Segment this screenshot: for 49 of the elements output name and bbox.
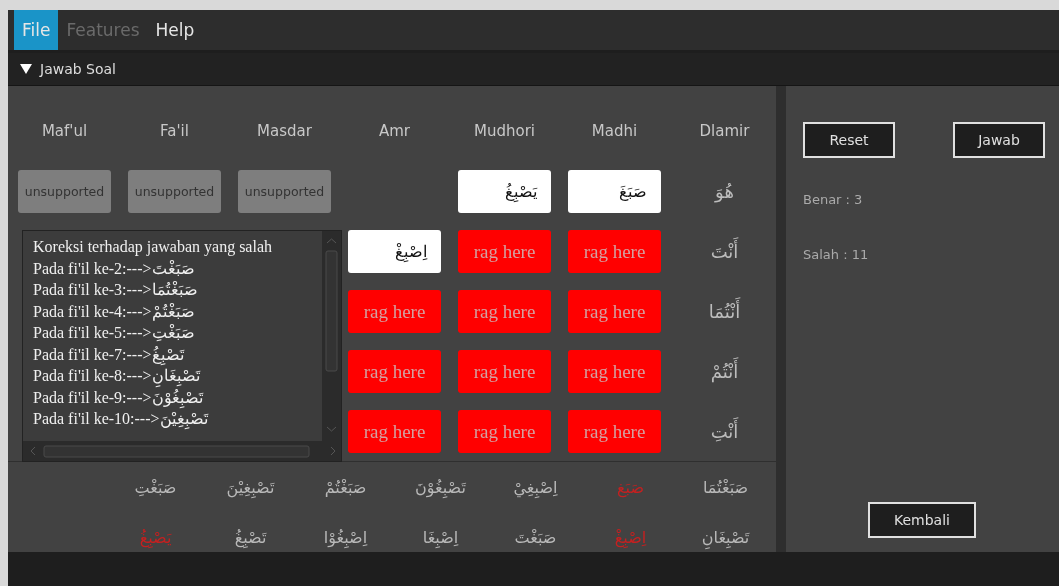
section-title: Jawab Soal [40,61,116,77]
correction-text-area[interactable] [22,230,342,462]
correction-line: Pada fi'il ke-3:--->صَبَغْتُمَا [33,280,199,300]
column-header: Mudhori [473,122,536,140]
word-choice[interactable]: تَصْبِغُوْنَ [393,474,488,502]
correction-line: Pada fi'il ke-8:--->تَصْبِغَانِ [33,365,322,387]
menu-item[interactable]: File [14,10,59,50]
menu-item[interactable]: Help [147,10,203,50]
reset-button[interactable]: Reset [803,122,895,158]
column-header: Fa'il [159,122,190,140]
word-choice[interactable]: اِصْبِغُوْا [298,524,393,552]
correction-line: Pada fi'il ke-9:--->تَصْبِغُوْنَ [33,387,205,408]
correction-line: Pada fi'il ke-2:--->صَبَغْتَ [33,258,196,279]
word-choice[interactable]: تَصْبِغِيْنَ [203,474,298,502]
panel-splitter[interactable] [776,86,786,552]
word-choice[interactable]: صَبَغْتِ [108,474,203,502]
back-button[interactable]: Kembali [868,502,976,538]
answer-slot[interactable]: صَبَغَ [568,170,661,213]
pronoun-label: أَنْتُمَا [678,290,771,333]
word-choice[interactable]: تَصْبِغُ [203,524,298,552]
correction-line: Pada fi'il ke-10:--->تَصْبِغِيْنَ [33,409,210,430]
column-header: Maf'ul [40,122,89,140]
correction-line: Pada fi'il ke-7:--->تَصْبِغُ [33,344,186,365]
pronoun-label: أَنْتِ [678,410,771,453]
word-choice[interactable]: اِصْبِغَا [393,524,488,552]
word-choice[interactable]: اِصْبِغِيْ [488,474,583,502]
answer-slot[interactable]: يَصْبِغُ [458,170,551,213]
answer-button[interactable]: Jawab [953,122,1045,158]
unsupported-slot: unsupported [238,170,331,213]
column-header: Amr [377,122,411,140]
column-header: Masdar [256,122,313,140]
correction-line: Pada fi'il ke-5:--->صَبَغْتِ [33,323,196,343]
wrong-count: Salah : 11 [803,247,870,262]
correction-line: Pada fi'il ke-4:--->صَبَغْتُمْ [33,301,196,322]
column-header: Dlamir [698,122,751,140]
collapse-triangle-icon[interactable] [20,64,32,74]
word-choice[interactable]: تَصْبِغَانِ [678,524,773,552]
pronoun-label: أَنْتُمْ [678,350,771,393]
correction-line: Koreksi terhadap jawaban yang salah [33,237,273,258]
unsupported-slot: unsupported [128,170,221,213]
pronoun-label: أَنْتَ [678,230,771,273]
unsupported-slot: unsupported [18,170,111,213]
word-choice[interactable]: صَبَغْتُمَا [678,474,773,502]
pronoun-label: هُوَ [713,180,735,205]
word-choice[interactable]: صَبَغْتُمْ [298,474,393,502]
answer-slot[interactable]: اِصْبِغْ [348,230,441,273]
correct-count: Benar : 3 [803,192,864,207]
word-choice[interactable]: صَبَغْتَ [488,524,583,552]
column-header: Madhi [590,122,639,140]
